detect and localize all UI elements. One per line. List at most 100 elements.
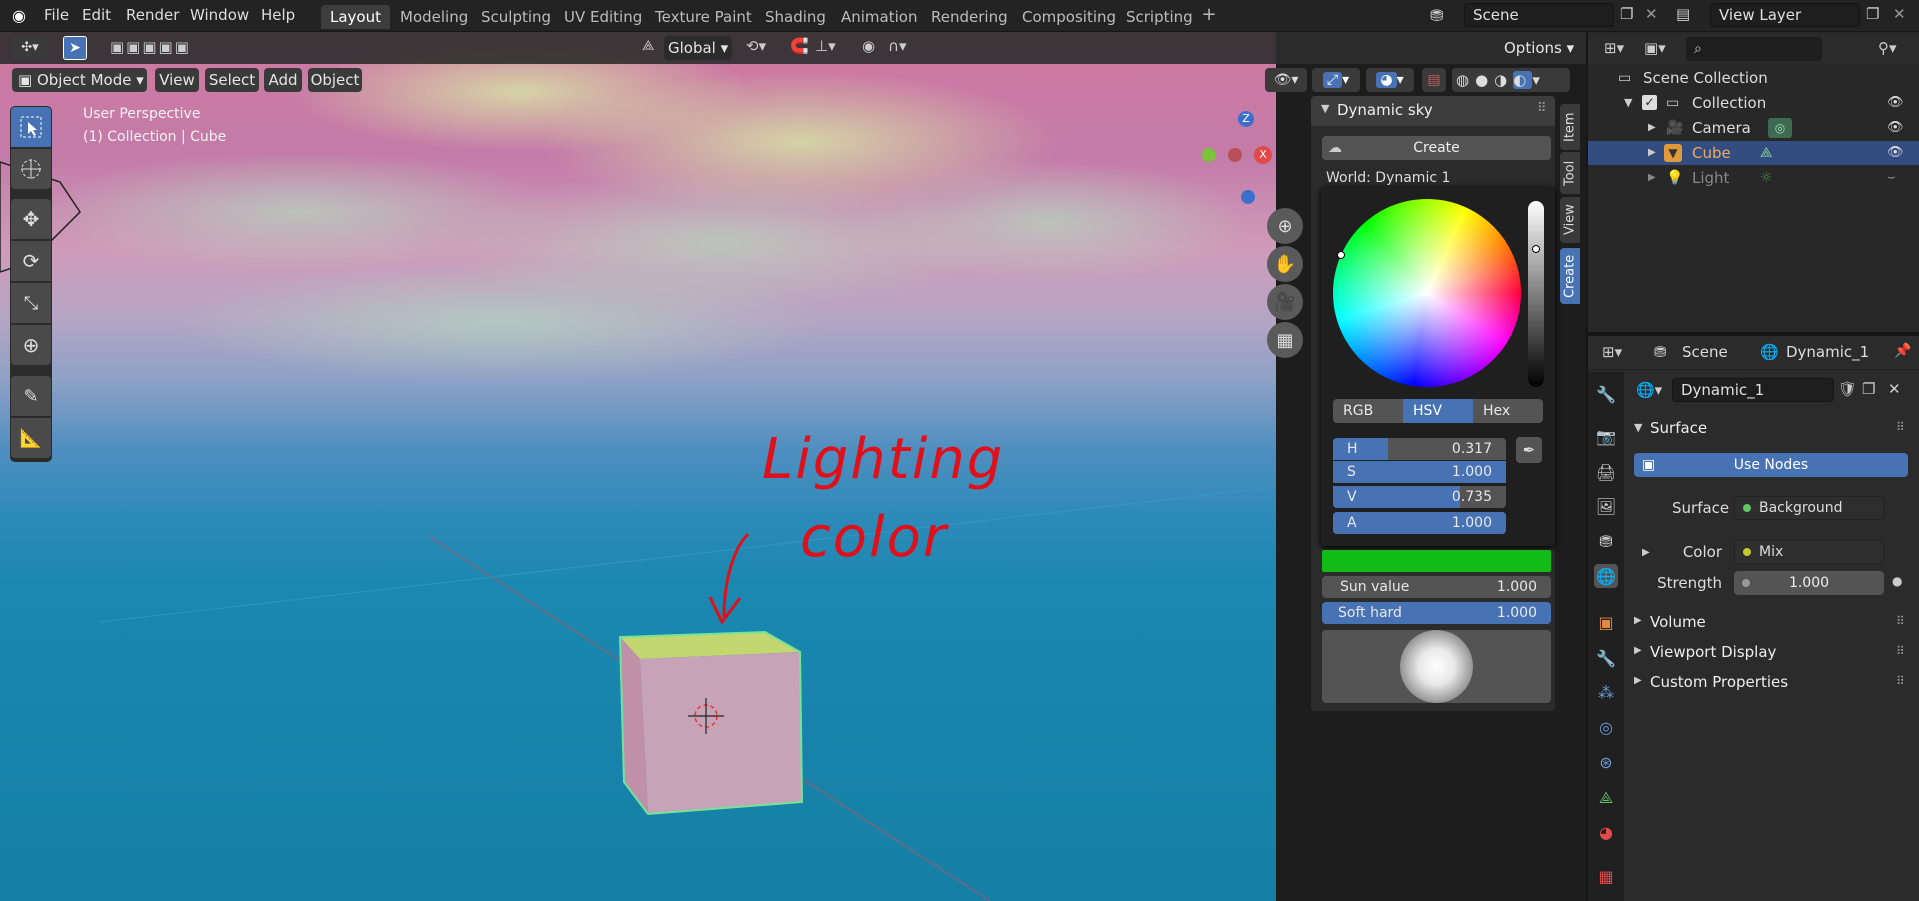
modifier-tab-icon[interactable]: 🔧 <box>1594 646 1618 670</box>
scale-tool-icon[interactable]: ⤡ <box>11 283 51 323</box>
camera-view-icon[interactable]: 🎥 <box>1267 284 1303 320</box>
copy-view-layer-icon[interactable]: ❐ <box>1866 5 1879 23</box>
menu-file[interactable]: File <box>44 6 69 24</box>
cursor-tool-icon[interactable] <box>11 149 51 189</box>
material-tab-icon[interactable]: ◕ <box>1594 820 1618 844</box>
keyframe-dot-icon[interactable]: ● <box>1892 574 1902 588</box>
eye-icon[interactable]: 👁 <box>1887 145 1905 163</box>
eye-icon[interactable]: 👁 <box>1887 95 1905 113</box>
tab-animation[interactable]: Animation <box>832 5 926 29</box>
texture-tab-icon[interactable]: ▦ <box>1594 864 1618 888</box>
select-box-icon[interactable] <box>11 107 51 147</box>
view-layer-icon[interactable]: ▤ <box>1676 5 1690 23</box>
viewport-display-panel-header[interactable]: ▶ Viewport Display ⠿ <box>1634 642 1914 666</box>
world-name-field[interactable]: Dynamic_1 <box>1672 378 1834 402</box>
expand-icon[interactable]: ▶ <box>1648 116 1656 140</box>
tab-modeling[interactable]: Modeling <box>391 5 477 29</box>
transform-pivot-icon[interactable]: ✣▾ <box>12 37 48 59</box>
options-dropdown[interactable]: Options ▾ <box>1496 36 1578 60</box>
tab-rgb[interactable]: RGB <box>1333 399 1403 423</box>
rotate-tool-icon[interactable]: ⟳ <box>11 241 51 281</box>
view-layer-field[interactable]: View Layer <box>1710 3 1860 27</box>
create-button[interactable]: ☁ Create <box>1322 136 1551 160</box>
tab-shading[interactable]: Shading <box>756 5 835 29</box>
tab-tool[interactable]: Tool <box>1560 152 1580 194</box>
copy-scene-icon[interactable]: ❐ <box>1620 5 1633 23</box>
duplicate-icon[interactable]: ❐ <box>1862 380 1875 398</box>
outliner-row-cube[interactable]: ▶ ▼ Cube ⟁ <box>1588 141 1919 165</box>
mesh-data-icon[interactable]: ⟁ <box>1760 141 1773 165</box>
value-slider[interactable] <box>1528 201 1544 387</box>
pin-icon[interactable]: 📌 <box>1894 343 1911 359</box>
use-nodes-button[interactable]: ▣ Use Nodes <box>1634 453 1908 477</box>
shading-mode-icons[interactable]: ◍●◑◐▾ <box>1452 68 1570 92</box>
strength-field[interactable]: 1.000 <box>1734 571 1884 595</box>
fake-user-icon[interactable]: 🛡 <box>1838 380 1857 398</box>
editor-type-icon[interactable]: ⊞▾ <box>1604 39 1624 57</box>
scene-field[interactable]: Scene <box>1464 3 1614 27</box>
surface-panel-header[interactable]: ▼ Surface ⠿ <box>1634 418 1914 442</box>
saturation-slider[interactable]: S 1.000 <box>1333 461 1506 483</box>
outliner-search-input[interactable]: ⌕ <box>1686 37 1822 61</box>
color-swatch[interactable] <box>1322 550 1551 572</box>
select-tool-icon[interactable]: ➤ <box>63 36 87 60</box>
mode-dropdown[interactable]: ▣ Object Mode ▾ <box>12 68 147 92</box>
snap-target-icon[interactable]: ⊥▾ <box>815 37 836 55</box>
falloff-icon[interactable]: ∩▾ <box>888 37 907 55</box>
gizmo-toggle-icon[interactable]: ⤢ ▾ <box>1312 68 1360 92</box>
menu-render[interactable]: Render <box>126 6 179 24</box>
outliner-row-camera[interactable]: ▶ 🎥 Camera ◎ <box>1588 116 1919 140</box>
value-slider-handle[interactable] <box>1532 245 1540 253</box>
surface-dropdown[interactable]: Background <box>1734 496 1884 520</box>
data-tab-icon[interactable]: ⟁ <box>1594 786 1618 810</box>
view-layer-tab-icon[interactable]: 🖼 <box>1594 494 1618 518</box>
render-tab-icon[interactable]: 📷 <box>1594 424 1618 448</box>
close-view-layer-icon[interactable]: ✕ <box>1893 5 1906 23</box>
tab-rendering[interactable]: Rendering <box>922 5 1017 29</box>
editor-type-icon[interactable]: ⊞▾ <box>1602 343 1622 361</box>
gizmo-x[interactable]: X <box>1254 146 1272 164</box>
tab-uv-editing[interactable]: UV Editing <box>555 5 651 29</box>
panel-header[interactable]: ▼ Dynamic sky ⠿ <box>1311 96 1555 126</box>
gizmo-neg-x[interactable] <box>1228 148 1242 162</box>
outliner-row-collection[interactable]: ▼ ✓ ▭ Collection <box>1588 91 1919 115</box>
menu-window[interactable]: Window <box>190 6 249 24</box>
proportional-edit-icon[interactable]: ◉ <box>862 37 875 55</box>
tab-sculpting[interactable]: Sculpting <box>472 5 560 29</box>
output-tab-icon[interactable]: 🖨 <box>1594 460 1618 484</box>
tab-scripting[interactable]: Scripting <box>1117 5 1202 29</box>
drag-handle-icon[interactable]: ⠿ <box>1896 420 1905 434</box>
annotate-tool-icon[interactable]: ✎ <box>11 376 51 416</box>
tab-compositing[interactable]: Compositing <box>1013 5 1125 29</box>
tab-create[interactable]: Create <box>1560 248 1580 304</box>
ortho-grid-icon[interactable]: ▦ <box>1267 322 1303 358</box>
tab-hsv[interactable]: HSV <box>1403 399 1473 423</box>
xray-icon[interactable]: ▤ <box>1422 68 1446 92</box>
soft-hard-slider[interactable]: Soft hard 1.000 <box>1322 602 1551 624</box>
pan-hand-icon[interactable]: ✋ <box>1267 246 1303 282</box>
particles-tab-icon[interactable]: ⁂ <box>1594 680 1618 704</box>
drag-handle-icon[interactable]: ⠿ <box>1537 101 1547 116</box>
select-mode-icons[interactable]: ▣▣▣▣▣ <box>110 38 191 56</box>
snap-icon[interactable]: 🧲 <box>790 37 809 55</box>
visibility-icon[interactable]: 👁▾ <box>1265 68 1307 92</box>
blender-logo-icon[interactable]: ◉ <box>12 6 26 25</box>
tab-texture-paint[interactable]: Texture Paint <box>646 5 761 29</box>
world-browse-icon[interactable]: 🌐▾ <box>1636 378 1676 402</box>
eyedropper-icon[interactable]: ✒ <box>1516 437 1542 463</box>
3d-viewport[interactable]: Lighting color User Perspective (1) Coll… <box>0 32 1276 901</box>
volume-panel-header[interactable]: ▶ Volume ⠿ <box>1634 612 1914 636</box>
outliner-row-scene-collection[interactable]: ▭ Scene Collection <box>1588 66 1919 90</box>
scene-tab-icon[interactable]: ⛃ <box>1594 529 1618 553</box>
drag-handle-icon[interactable]: ⠿ <box>1896 614 1905 628</box>
scene-icon[interactable]: ⛃ <box>1430 6 1443 25</box>
zoom-icon[interactable]: ⊕ <box>1267 208 1303 244</box>
close-scene-icon[interactable]: ✕ <box>1645 5 1658 23</box>
menu-edit[interactable]: Edit <box>82 6 111 24</box>
eye-closed-icon[interactable]: ⌣ <box>1887 170 1905 188</box>
value-field[interactable]: V 0.735 <box>1333 486 1506 508</box>
display-mode-icon[interactable]: ▣▾ <box>1644 39 1666 57</box>
menu-add[interactable]: Add <box>264 68 302 92</box>
tab-layout[interactable]: Layout <box>321 5 390 29</box>
menu-view[interactable]: View <box>155 68 199 92</box>
